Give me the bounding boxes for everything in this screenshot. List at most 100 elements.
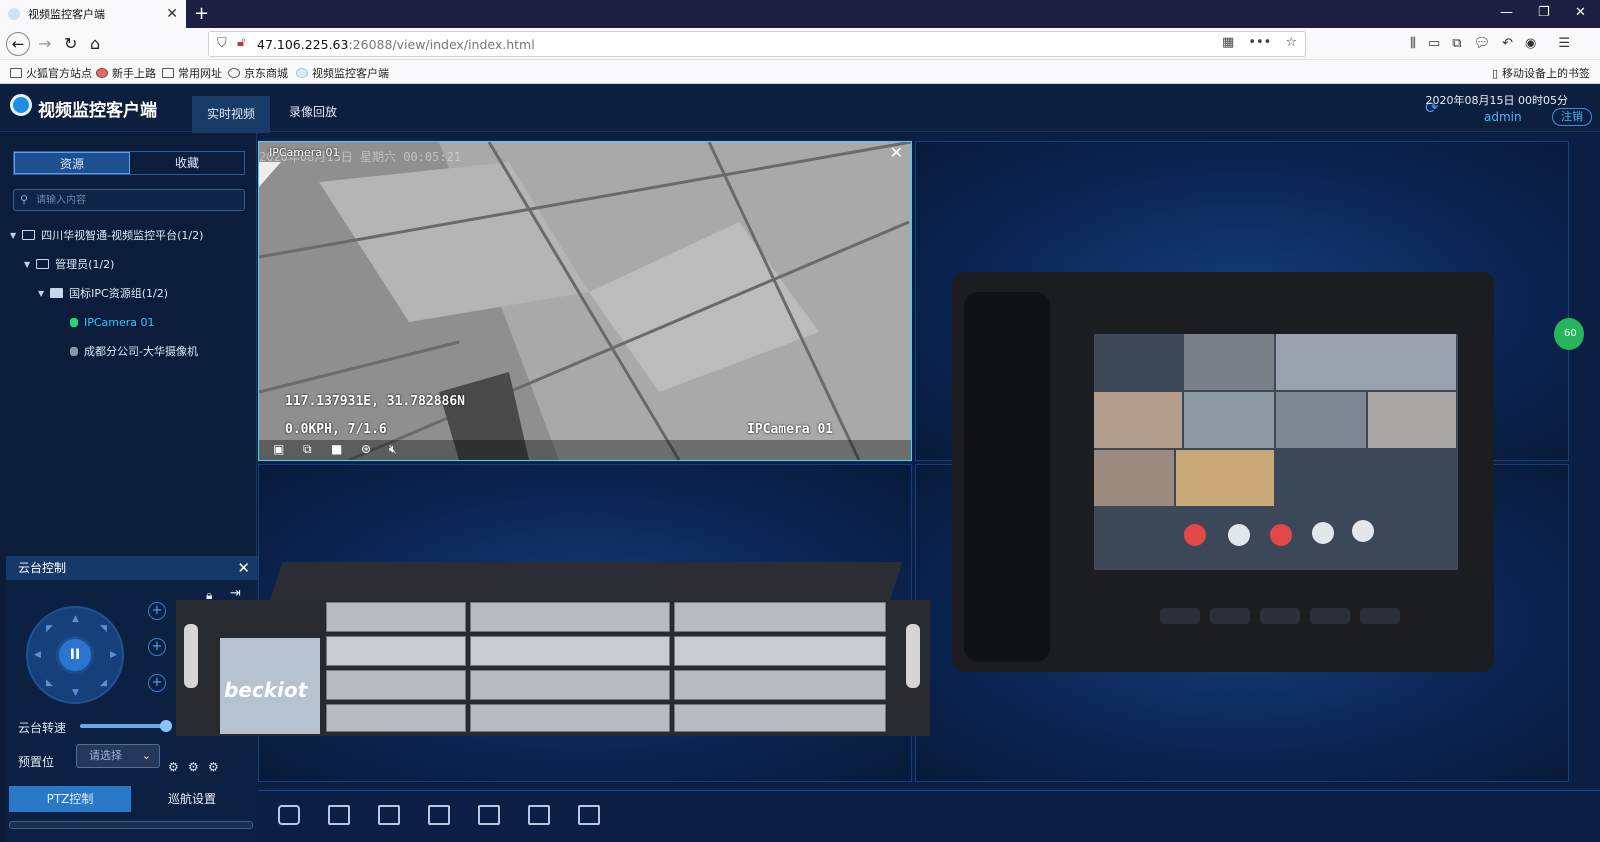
status-badge[interactable]: 60 — [1554, 318, 1584, 350]
bookmark-item[interactable]: 新手上路 — [96, 65, 156, 81]
minimize-icon[interactable]: — — [1500, 5, 1513, 20]
tab-live-video[interactable]: 实时视频 — [192, 96, 271, 134]
osd-camera-name: IPCamera 01 — [747, 422, 834, 437]
search-box: ⚲ — [13, 189, 245, 211]
bookmark-item[interactable]: 常用网址 — [162, 65, 222, 81]
tab-favorites[interactable]: 收藏 — [130, 152, 244, 174]
tab-playback[interactable]: 录像回放 — [274, 96, 352, 134]
preset-select[interactable]: 请选择 ⌄ — [76, 744, 160, 768]
sidebar-icon[interactable]: ▭ — [1428, 36, 1440, 51]
caret-down-icon[interactable]: ▼ — [24, 260, 30, 269]
screen-capture-icon[interactable] — [578, 805, 600, 825]
library-icon[interactable]: ⫼ — [1410, 36, 1416, 51]
iris-plus-button[interactable]: + — [148, 674, 166, 692]
grid-9-icon[interactable] — [478, 805, 500, 825]
grid-6-icon[interactable] — [428, 805, 450, 825]
close-video-icon[interactable]: ✕ — [890, 143, 903, 162]
grid-4-icon[interactable] — [328, 805, 350, 825]
bookmark-star-icon[interactable]: ☆ — [1285, 35, 1297, 50]
slider-knob[interactable] — [160, 720, 172, 732]
tree-node-label: 国标IPC资源组(1/2) — [69, 287, 169, 300]
tree-node-platform[interactable]: ▼ 四川华视智通-视频监控平台(1/2) — [10, 225, 203, 245]
preset-label: 预置位 — [18, 755, 55, 769]
restore-icon[interactable]: ❐ — [1538, 5, 1550, 20]
tree-node-dahua-camera[interactable]: 成都分公司-大华摄像机 — [70, 341, 198, 361]
tree-node-ipcamera-01[interactable]: IPCamera 01 — [70, 312, 155, 332]
zoom-plus-button[interactable]: + — [148, 602, 166, 620]
forward-icon[interactable]: → — [38, 34, 51, 53]
close-tab-icon[interactable]: ✕ — [166, 6, 178, 22]
arrow-up-icon[interactable]: ▲ — [72, 614, 79, 624]
tab-cruise-settings[interactable]: 巡航设置 — [131, 786, 253, 812]
folder-icon — [36, 259, 50, 269]
search-input[interactable] — [36, 192, 236, 208]
insecure-lock-icon[interactable]: 🔓︎ — [237, 35, 245, 50]
tab-resources[interactable]: 资源 — [14, 152, 130, 174]
video-terminal-image — [952, 272, 1494, 672]
ceiling-image — [259, 142, 911, 460]
speed-slider[interactable] — [80, 720, 172, 732]
arrow-left-icon[interactable]: ◀ — [34, 650, 41, 660]
bookmark-item[interactable]: 视频监控客户端 — [296, 65, 389, 81]
screenshot-icon[interactable]: ⧉ — [1452, 36, 1461, 51]
horizontal-scrollbar[interactable] — [9, 821, 253, 829]
arrow-up-right-icon[interactable]: ◥ — [100, 624, 107, 634]
rack-device-image: beckiot — [176, 562, 930, 738]
caret-down-icon[interactable]: ▼ — [10, 231, 16, 240]
ptz-joystick[interactable]: ▲ ▼ ◀ ▶ ◤ ◥ ◣ ◢ II — [26, 606, 124, 704]
layers-icon[interactable] — [278, 805, 300, 825]
browser-tab-title: 视频监控客户端 — [28, 8, 105, 21]
browser-tab[interactable]: 视频监控客户端 ✕ — [0, 0, 186, 28]
tree-node-admin[interactable]: ▼ 管理员(1/2) — [24, 254, 114, 274]
snapshot-icon[interactable]: ▣ — [273, 442, 284, 456]
back-icon[interactable]: ← — [6, 32, 30, 56]
caret-down-icon[interactable]: ▼ — [38, 289, 44, 298]
url-bar[interactable]: ⛉ 🔓︎ 47.106.225.63:26088/view/index/inde… — [208, 31, 1306, 57]
more-icon[interactable]: ••• — [1248, 35, 1271, 50]
arrow-down-right-icon[interactable]: ◢ — [100, 678, 107, 688]
preset-placeholder: 请选择 — [89, 749, 122, 762]
account-icon[interactable]: ◉ — [1525, 36, 1536, 51]
speed-label: 云台转速 — [18, 721, 67, 735]
chat-icon[interactable]: 💬︎ — [1474, 36, 1491, 51]
page-icon — [296, 68, 308, 78]
logout-button[interactable]: 注销 — [1552, 108, 1592, 126]
mobile-bookmarks[interactable]: ▯ 移动设备上的书签 — [1492, 65, 1590, 81]
reload-icon[interactable]: ↻ — [64, 34, 77, 53]
rack-top — [269, 562, 903, 602]
app-logo-icon — [10, 94, 32, 116]
home-icon[interactable]: ⌂ — [90, 34, 100, 53]
bookmark-item[interactable]: 火狐官方站点 — [10, 65, 92, 81]
menu-icon[interactable]: ☰ — [1558, 36, 1570, 51]
video-cell-1[interactable]: 2020年08月15日 星期六 00:05:21 IPCamera 01 ✕ 1… — [258, 141, 912, 461]
mute-icon[interactable]: 🔇︎ — [389, 442, 397, 457]
arrow-up-left-icon[interactable]: ◤ — [46, 624, 53, 634]
ptz-title: 云台控制 — [18, 561, 67, 575]
tree-node-ipc-group[interactable]: ▼ 国标IPC资源组(1/2) — [38, 283, 168, 303]
fullscreen-icon[interactable] — [378, 805, 400, 825]
arrow-right-icon[interactable]: ▶ — [110, 650, 117, 660]
folder-icon — [22, 230, 36, 240]
preset-add-icon[interactable]: ⚙ — [168, 760, 179, 774]
export-icon[interactable] — [528, 805, 550, 825]
search-icon: ⚲ — [20, 193, 29, 206]
pause-icon[interactable]: II — [56, 636, 94, 674]
datetime: 2020年08月15日 00时05分 — [1425, 94, 1568, 107]
rack-brand: beckiot — [220, 638, 320, 734]
shield-icon[interactable]: ⛉ — [217, 36, 227, 51]
tab-ptz-control[interactable]: PTZ控制 — [9, 786, 131, 812]
copy-icon[interactable]: ⧉ — [303, 442, 312, 457]
ptz-icon[interactable]: ⊛ — [361, 442, 371, 456]
undo-icon[interactable]: ↶ — [1502, 36, 1513, 51]
preset-delete-icon[interactable]: ⚙ — [208, 760, 219, 774]
focus-plus-button[interactable]: + — [148, 638, 166, 656]
qr-code-icon[interactable]: ▦ — [1222, 35, 1234, 50]
arrow-down-icon[interactable]: ▼ — [72, 688, 79, 698]
bookmark-item[interactable]: 京东商城 — [228, 65, 288, 81]
rack-body: beckiot — [176, 600, 930, 736]
arrow-down-left-icon[interactable]: ◣ — [46, 678, 53, 688]
window-close-icon[interactable]: ✕ — [1575, 5, 1586, 20]
record-icon[interactable]: ■ — [331, 442, 342, 456]
new-tab-button[interactable]: + — [194, 3, 209, 24]
preset-settings-icon[interactable]: ⚙ — [188, 760, 199, 774]
